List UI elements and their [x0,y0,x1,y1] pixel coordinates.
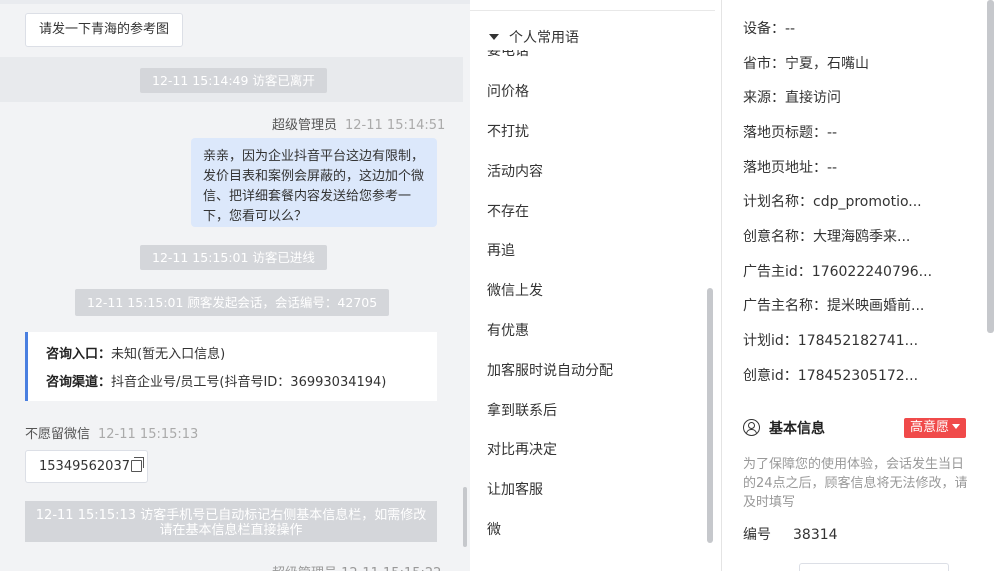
agent-message-time: 12-11 15:14:51 [345,118,446,133]
details-scrollbar[interactable] [987,0,994,333]
consult-channel-value: 抖音企业号/员工号(抖音号ID：36993034194) [111,375,387,390]
field-value: -- [827,160,838,176]
visitor-phone-bubble[interactable]: 15349562037 [25,450,148,483]
field-region: 省市：宁夏，石嘴山 [743,53,869,73]
phrase-item[interactable]: 微信上发 [487,280,543,300]
phrase-item[interactable]: 再追 [487,240,515,260]
agent-message-bubble[interactable]: 亲亲，因为企业抖音平台这边有限制，发价目表和案例会屏蔽的，这边加个微信、把详细套… [191,138,437,227]
field-label: 创意名称： [743,229,813,245]
intent-level-dropdown[interactable]: 高意愿 [904,418,967,438]
field-label: 来源： [743,90,785,106]
system-message-online: 12-11 15:15:01 访客已进线 [140,245,327,270]
consult-channel-label: 咨询渠道： [46,375,112,390]
field-label: 计划id： [743,333,798,349]
phrase-item[interactable]: 问价格 [487,81,529,101]
field-advertiser-name: 广告主名称：提米映画婚前... [743,295,924,315]
consult-entry-row: 咨询入口：未知(暂无入口信息) [46,341,419,369]
agent-sender-line: 超级管理员 12-11 15:14:51 [272,114,445,133]
field-landing-url: 落地页地址：-- [743,157,837,177]
field-label: 计划名称： [743,194,813,210]
phrase-group-personal[interactable]: 个人常用语 [470,28,710,50]
system-message-session: 12-11 15:15:01 顾客发起会话，会话编号：42705 [75,289,390,316]
field-value[interactable]: 提米映画婚前... [827,298,924,314]
agent-name: 超级管理员 [272,118,338,133]
field-source: 来源：直接访问 [743,87,841,107]
user-circle-icon [743,419,760,436]
field-plan-id: 计划id：178452182741... [743,330,918,350]
next-input-field[interactable] [799,563,949,571]
caret-down-icon [489,34,499,40]
phrase-item[interactable]: 不打扰 [487,121,529,141]
field-creative-id: 创意id：178452305172... [743,365,918,385]
consult-channel-row: 咨询渠道：抖音企业号/员工号(抖音号ID：36993034194) [46,369,419,397]
number-value: 38314 [793,527,838,543]
field-value[interactable]: cdp_promotio... [813,194,922,210]
phrases-scrollbar[interactable] [707,288,713,543]
chat-top-divider [0,0,470,4]
field-label: 落地页地址： [743,160,827,176]
number-label: 编号 [743,527,771,543]
field-value[interactable]: 大理海鸥季来... [813,229,910,245]
intent-level-label: 高意愿 [910,420,950,435]
phrase-item[interactable]: 活动内容 [487,161,543,181]
field-landing-title: 落地页标题：-- [743,122,837,142]
visitor-number-row: 编号 38314 [743,524,838,544]
basic-info-title: 基本信息 [769,421,825,437]
field-value[interactable]: 178452182741... [798,333,918,349]
visitor-sender-line: 不愿留微信 12-11 15:15:13 [25,423,198,442]
field-label: 省市： [743,56,785,72]
field-plan-name: 计划名称：cdp_promotio... [743,191,922,211]
field-value: 直接访问 [785,90,841,106]
next-sender-line-cut: 超级管理员 12-11 15:15:22 [272,562,441,571]
phone-number: 15349562037 [39,459,130,474]
visitor-details-pane: 设备：-- 省市：宁夏，石嘴山 来源：直接访问 落地页标题：-- 落地页地址：-… [722,0,995,571]
app-root: 请发一下青海的参考图 12-11 15:14:49 访客已离开 超级管理员 12-… [0,0,995,571]
caret-down-icon [952,424,961,429]
phrases-top-divider [470,10,715,11]
consult-entry-label: 咨询入口： [46,347,112,362]
field-creative-name: 创意名称：大理海鸥季来... [743,226,910,246]
system-notice-phone-tagged: 12-11 15:15:13 访客手机号已自动标记右侧基本信息栏，如需修改请在基… [25,501,437,542]
consult-info-card: 咨询入口：未知(暂无入口信息) 咨询渠道：抖音企业号/员工号(抖音号ID：369… [25,332,437,401]
quick-phrases-pane: 要电话 个人常用语 问价格 不打扰 活动内容 不存在 再追 微信上发 有优惠 加… [470,0,721,571]
phrase-item[interactable]: 不存在 [487,201,529,221]
chat-scrollbar[interactable] [463,487,467,547]
phrase-group-title: 个人常用语 [509,30,579,46]
field-value: -- [785,21,796,37]
basic-info-header: 基本信息 [743,418,825,438]
system-message-left: 12-11 15:14:49 访客已离开 [140,68,327,93]
phrase-item[interactable]: 有优惠 [487,320,529,340]
field-value[interactable]: 178452305172... [798,368,918,384]
field-value: 宁夏，石嘴山 [785,56,869,72]
chat-pane[interactable]: 请发一下青海的参考图 12-11 15:14:49 访客已离开 超级管理员 12-… [0,0,470,571]
field-label: 设备： [743,21,785,37]
consult-entry-value: 未知(暂无入口信息) [111,347,226,362]
visitor-name: 不愿留微信 [25,427,91,442]
field-value: -- [827,125,838,141]
previous-visitor-message[interactable]: 请发一下青海的参考图 [25,13,184,47]
phrase-item[interactable]: 对比再决定 [487,439,557,459]
phrase-item[interactable]: 微 [487,519,501,539]
field-label: 创意id： [743,368,798,384]
field-value[interactable]: 176022240796... [812,264,932,280]
field-label: 广告主名称： [743,298,827,314]
field-device: 设备：-- [743,18,795,38]
edit-deadline-hint: 为了保障您的使用体验，会话发生当日的24点之后，顾客信息将无法修改，请及时填写 [743,457,968,510]
visitor-message-time: 12-11 15:15:13 [98,427,199,442]
phrase-item[interactable]: 加客服时说自动分配 [487,360,613,380]
field-label: 落地页标题： [743,125,827,141]
field-advertiser-id: 广告主id：176022240796... [743,261,932,281]
phrase-item[interactable]: 拿到联系后 [487,400,557,420]
phrase-item[interactable]: 让加客服 [487,479,543,499]
field-label: 广告主id： [743,264,812,280]
copy-icon[interactable] [130,457,144,472]
